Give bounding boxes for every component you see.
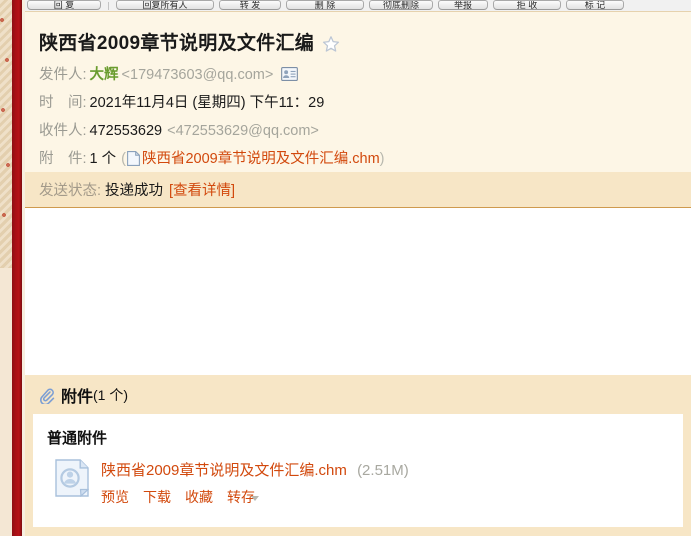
list-item[interactable]: 陕西省2009章节说明及文件汇编.chm (2.51M) 预览 下载 收藏 转存: [33, 448, 683, 507]
time-value: 2021年11月4日 (星期四) 下午11：29: [89, 95, 325, 111]
star-icon[interactable]: [322, 35, 340, 53]
time-label: 时 间:: [39, 95, 87, 111]
purge-button[interactable]: 彻底删除: [369, 0, 433, 10]
attachment-label: 附 件:: [39, 151, 87, 167]
status-label: 发送状态:: [39, 183, 102, 199]
contact-card-icon[interactable]: [281, 65, 299, 82]
sender-address: <179473603@qq.com>: [121, 67, 274, 83]
preview-link[interactable]: 预览: [101, 487, 129, 507]
close-paren: ): [379, 151, 385, 167]
time-row: 时 间: 2021年11月4日 (星期四) 下午11：29: [25, 89, 691, 117]
mail-header-panel: 陕西省2009章节说明及文件汇编 发件人: 大辉 <179473603@qq.c…: [25, 11, 691, 173]
recipient-name[interactable]: 472553629: [90, 119, 163, 143]
status-bar: 发送状态: 投递成功 [查看详情]: [25, 172, 691, 208]
delete-button[interactable]: 删 除: [286, 0, 364, 10]
block-button[interactable]: 拒 收: [493, 0, 561, 10]
attachment-actions: 预览 下载 收藏 转存: [101, 487, 409, 507]
rail-red-bar: [12, 0, 22, 536]
toolbar-separator: [108, 2, 109, 10]
attachment-file-size: (2.51M): [357, 462, 409, 479]
attachment-group-label: 普通附件: [47, 430, 108, 447]
chm-file-icon: [55, 459, 90, 498]
open-paren: (: [121, 151, 126, 167]
mail-toolbar: 回 复 回复所有人 转 发 删 除 彻底删除 举报 拒 收 标 记: [25, 0, 691, 11]
paperclip-icon: [39, 388, 55, 405]
sender-name[interactable]: 大辉: [90, 63, 119, 87]
attachments-count: (1 个): [93, 386, 129, 403]
forward-button[interactable]: 转 发: [219, 0, 281, 10]
attachments-body: 普通附件 陕西省2009章节说明及文件汇编.chm (2.51M) 预览 下载 …: [33, 414, 683, 527]
attachment-file-line: 陕西省2009章节说明及文件汇编.chm (2.51M): [101, 461, 409, 481]
recipient-label: 收件人:: [39, 123, 87, 139]
sender-row: 发件人: 大辉 <179473603@qq.com>: [25, 61, 691, 89]
attachments-panel: 附件 (1 个) 普通附件 陕西省2009章节说明及文件汇编.chm (2.51…: [25, 375, 691, 536]
attachment-item-texts: 陕西省2009章节说明及文件汇编.chm (2.51M) 预览 下载 收藏 转存: [101, 459, 409, 507]
recipient-address: <472553629@qq.com>: [167, 123, 319, 139]
tag-button[interactable]: 标 记: [566, 0, 624, 10]
reply-button[interactable]: 回 复: [27, 0, 101, 10]
favorite-link[interactable]: 收藏: [185, 487, 213, 507]
attachments-header: 附件 (1 个): [25, 375, 691, 414]
download-link[interactable]: 下载: [143, 487, 171, 507]
attachment-count: 1 个: [89, 151, 117, 167]
status-badge: 投递成功: [105, 183, 164, 199]
report-button[interactable]: 举报: [438, 0, 488, 10]
recipient-row: 收件人: 472553629 <472553629@qq.com>: [25, 117, 691, 145]
reply-all-button[interactable]: 回复所有人: [116, 0, 214, 10]
document-icon: [127, 150, 140, 166]
sender-label: 发件人:: [39, 67, 87, 83]
view-detail-link[interactable]: [查看详情]: [169, 179, 235, 200]
mail-body: [25, 208, 691, 375]
attachment-summary-row: 附 件: 1 个 ( 陕西省2009章节说明及文件汇编.chm ): [25, 145, 691, 173]
chevron-down-icon[interactable]: [251, 495, 259, 501]
subject-row: 陕西省2009章节说明及文件汇编: [25, 12, 691, 61]
attachments-title: 附件: [61, 388, 94, 406]
attachment-file-name[interactable]: 陕西省2009章节说明及文件汇编.chm: [101, 462, 347, 479]
attachment-file-link[interactable]: 陕西省2009章节说明及文件汇编.chm: [142, 147, 380, 171]
page-title: 陕西省2009章节说明及文件汇编: [39, 33, 315, 54]
left-decorative-rail: [0, 0, 25, 536]
